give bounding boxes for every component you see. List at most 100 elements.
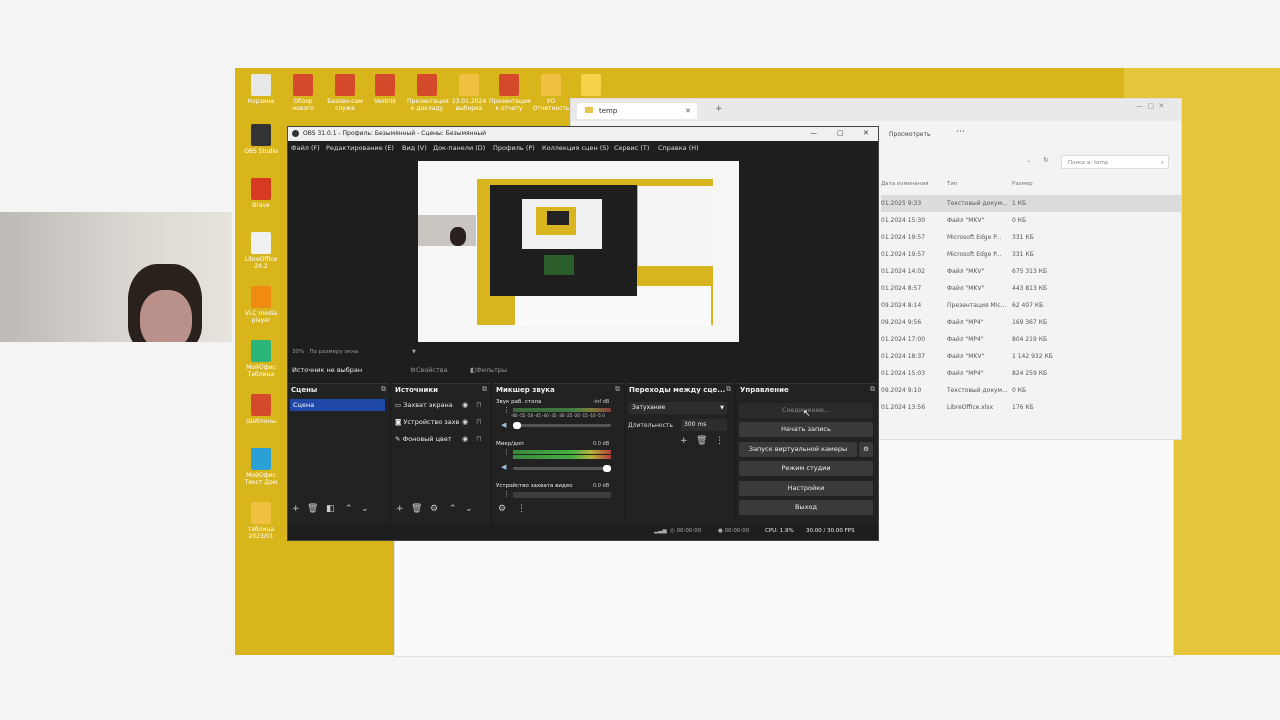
desktop-icon[interactable]: Презентация к докладу	[407, 74, 449, 112]
desktop-icon[interactable]: VLC media player	[241, 286, 281, 324]
move-down-icon[interactable]: ⌄	[465, 504, 473, 514]
move-down-icon[interactable]: ⌄	[361, 504, 369, 514]
source-settings-icon[interactable]: ⚙	[430, 504, 438, 514]
channel-menu-icon[interactable]: ⋮	[503, 490, 510, 498]
desktop-icon[interactable]: Шаблоны	[241, 394, 281, 425]
mixer-menu-icon[interactable]: ⋮	[517, 504, 526, 514]
eye-icon[interactable]: ◉	[462, 401, 468, 409]
volume-slider-handle[interactable]	[603, 465, 611, 472]
minimize-button[interactable]: —	[810, 129, 817, 137]
file-row[interactable]: 01.2024 8:57 Файл "MKV" 443 813 КБ	[881, 280, 1181, 297]
speaker-icon[interactable]: ◀	[501, 421, 506, 429]
desktop-icon[interactable]: Обзор нового	[283, 74, 323, 112]
channel-menu-icon[interactable]: ⋮	[503, 406, 510, 414]
eye-icon[interactable]: ◉	[462, 435, 468, 443]
move-up-icon[interactable]: ⌃	[345, 504, 353, 514]
lock-icon[interactable]: ⊓	[476, 418, 481, 426]
add-source-button[interactable]: +	[396, 504, 404, 514]
duration-input[interactable]: 300 ms	[681, 419, 727, 431]
menu-tools[interactable]: Сервис (T)	[614, 144, 649, 152]
refresh-icon[interactable]: ↻	[1043, 156, 1049, 164]
explorer-window-controls[interactable]: — ▢ ✕	[1136, 102, 1164, 110]
zoom-indicator[interactable]: 30% По размеру окна	[292, 349, 358, 355]
desktop-icon[interactable]: таблица 2023/01	[241, 502, 281, 540]
desktop-icon[interactable]: МойОфис Таблица	[241, 340, 281, 378]
desktop-icon[interactable]: LibreOffice 24.2	[241, 232, 281, 270]
view-button[interactable]: Просмотреть	[889, 131, 931, 138]
lock-icon[interactable]: ⊓	[476, 401, 481, 409]
speaker-icon[interactable]: ◀	[501, 463, 506, 471]
filters-button[interactable]: ◧Фильтры	[470, 366, 507, 374]
desktop-icon[interactable]: Базово-сам служе	[325, 74, 365, 112]
chevron-down-icon[interactable]: ⌄	[1026, 157, 1031, 164]
menu-view[interactable]: Вид (V)	[402, 144, 427, 152]
desktop-icon[interactable]: УО Отчетность	[531, 74, 571, 112]
file-row[interactable]: 01.2024 13:56 LibreOffice.xlsx 176 КБ	[881, 399, 1181, 416]
volume-slider-handle[interactable]	[513, 422, 521, 429]
desktop-icon[interactable]: Корзина	[241, 74, 281, 105]
exit-button[interactable]: Выход	[739, 500, 873, 515]
zoom-dropdown-icon[interactable]: ▼	[412, 349, 416, 355]
add-transition-button[interactable]: +	[680, 436, 688, 446]
close-button[interactable]: ✕	[863, 129, 869, 137]
trash-icon[interactable]: 🗑	[411, 504, 422, 514]
file-row[interactable]: 09.2024 9:10 Текстовый докум... 0 КБ	[881, 382, 1181, 399]
file-row[interactable]: 01.2024 14:02 Файл "MKV" 675 313 КБ	[881, 263, 1181, 280]
more-icon[interactable]: ⋯	[956, 127, 965, 137]
menu-docks[interactable]: Док-панели (D)	[433, 144, 485, 152]
desktop-icon[interactable]	[571, 74, 611, 98]
desktop-icon[interactable]: Презентация к отчету	[489, 74, 531, 112]
channel-menu-icon[interactable]: ⋮	[503, 448, 510, 456]
add-scene-button[interactable]: +	[292, 504, 300, 514]
maximize-button[interactable]: ▢	[837, 129, 844, 137]
search-input[interactable]: Поиск в: temp ⌕	[1061, 155, 1169, 169]
source-item-device[interactable]: ◙ Устройство захв	[395, 418, 459, 426]
transition-menu-icon[interactable]: ⋮	[715, 436, 724, 446]
menu-scene-collection[interactable]: Коллекция сцен (S)	[542, 144, 609, 152]
dock-float-icon[interactable]: ⧉	[482, 385, 487, 394]
dock-float-icon[interactable]: ⧉	[615, 385, 620, 394]
source-item-screen[interactable]: ▭ Захват экрана	[395, 401, 453, 409]
dock-float-icon[interactable]: ⧉	[381, 385, 386, 394]
source-item-color[interactable]: ✎ Фоновый цвет	[395, 435, 452, 443]
desktop-icon[interactable]: Brave	[241, 178, 281, 209]
file-row[interactable]: 09.2024 9:56 Файл "MP4" 169 367 КБ	[881, 314, 1181, 331]
file-row[interactable]: 01.2024 17:00 Файл "MP4" 804 219 КБ	[881, 331, 1181, 348]
file-row[interactable]: 09.2024 8:14 Презентация Mic... 62 407 КБ	[881, 297, 1181, 314]
volume-slider[interactable]	[513, 424, 611, 427]
menu-help[interactable]: Справка (H)	[658, 144, 699, 152]
scene-filters-icon[interactable]: ◧	[326, 504, 335, 514]
settings-button[interactable]: Настройки	[739, 481, 873, 496]
desktop-icon[interactable]: 23.01.2024 выборка	[449, 74, 489, 112]
desktop-icon[interactable]: OBS Studio	[241, 124, 281, 155]
close-icon[interactable]: ✕	[685, 103, 691, 119]
file-row[interactable]: 01.2024 15:03 Файл "MP4" 824 259 КБ	[881, 365, 1181, 382]
column-header-size[interactable]: Размер	[1012, 181, 1033, 187]
dock-float-icon[interactable]: ⧉	[870, 385, 875, 394]
file-row[interactable]: 01.2025 9:33 Текстовый докум... 1 КБ	[881, 195, 1181, 212]
file-row[interactable]: 01.2024 18:37 Файл "MKV" 1 142 932 КБ	[881, 348, 1181, 365]
virtual-camera-button[interactable]: Запуск виртуальной камеры	[739, 442, 857, 457]
eye-icon[interactable]: ◉	[462, 418, 468, 426]
studio-mode-button[interactable]: Режим студии	[739, 461, 873, 476]
menu-profile[interactable]: Профиль (P)	[493, 144, 535, 152]
file-row[interactable]: 01.2024 19:57 Microsoft Edge P... 331 КБ	[881, 246, 1181, 263]
trash-icon[interactable]: 🗑	[307, 504, 318, 514]
new-tab-button[interactable]: +	[715, 104, 723, 114]
file-row[interactable]: 01.2024 15:30 Файл "MKV" 0 КБ	[881, 212, 1181, 229]
menu-edit[interactable]: Редактирование (E)	[326, 144, 394, 152]
dock-float-icon[interactable]: ⧉	[726, 385, 731, 394]
gear-icon[interactable]: ⚙	[859, 442, 873, 457]
mixer-settings-icon[interactable]: ⚙	[498, 504, 506, 514]
scene-item[interactable]: Сцена	[290, 399, 385, 411]
column-header-type[interactable]: Тип	[947, 181, 958, 187]
start-record-button[interactable]: Начать запись	[739, 422, 873, 437]
move-up-icon[interactable]: ⌃	[449, 504, 457, 514]
preview-canvas[interactable]	[418, 161, 739, 342]
tab-temp[interactable]: temp ✕	[577, 103, 697, 119]
file-row[interactable]: 01.2024 19:57 Microsoft Edge P... 331 КБ	[881, 229, 1181, 246]
transition-select[interactable]: Затухание ▼	[629, 402, 727, 414]
desktop-icon[interactable]: МойОфис Текст Дом	[241, 448, 281, 486]
desktop-icon[interactable]: Vestnik	[365, 74, 405, 105]
column-header-modified[interactable]: Дата изменения	[881, 181, 928, 187]
